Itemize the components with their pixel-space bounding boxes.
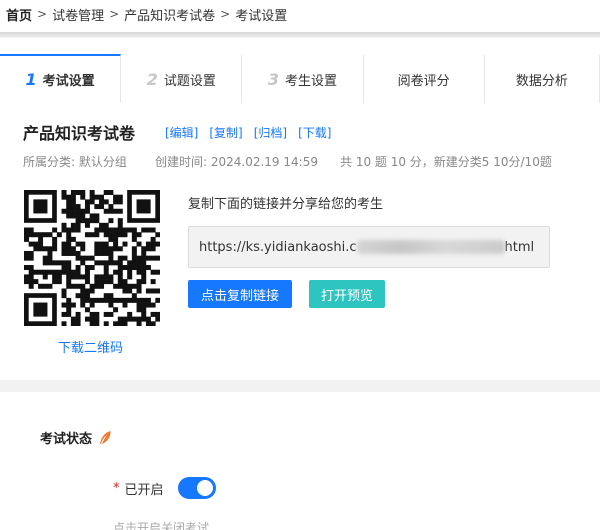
breadcrumb-home[interactable]: 首页	[6, 5, 32, 24]
open-preview-button[interactable]: 打开预览	[309, 280, 385, 308]
paper-meta: 所属分类: 默认分组 创建时间: 2024.02.19 14:59 共 10 题…	[23, 153, 552, 170]
download-qr-link[interactable]: 下载二维码	[58, 337, 123, 356]
share-link-suffix: html	[504, 239, 535, 255]
copy-paper-link[interactable]: [复制]	[209, 124, 242, 141]
archive-link[interactable]: [归档]	[254, 124, 287, 141]
share-link-field[interactable]: https://ks.yidiankaoshi.c html	[188, 226, 550, 268]
exam-status-section-title: 考试状态	[40, 428, 112, 447]
breadcrumb-item-paper[interactable]: 产品知识考试卷	[124, 5, 215, 24]
tab-label: 考试设置	[42, 73, 95, 89]
tab-exam-settings[interactable]: 1 考试设置	[0, 54, 122, 103]
download-link[interactable]: [下载]	[298, 124, 331, 141]
breadcrumb: 首页 > 试卷管理 > 产品知识考试卷 > 考试设置	[6, 3, 287, 25]
tab-step-number: 2	[146, 69, 158, 89]
tab-grading[interactable]: 阅卷评分	[363, 55, 485, 103]
header-divider	[0, 32, 600, 38]
breadcrumb-separator: >	[37, 7, 48, 21]
paper-created-time: 创建时间: 2024.02.19 14:59	[155, 155, 318, 169]
breadcrumb-separator: >	[109, 7, 120, 21]
section-divider	[0, 380, 600, 392]
tab-data-analysis[interactable]: 数据分析	[484, 55, 600, 103]
paper-title: 产品知识考试卷	[23, 124, 136, 143]
exam-status-toggle[interactable]	[177, 477, 216, 499]
qr-code	[24, 190, 160, 326]
tab-label: 试题设置	[163, 73, 216, 89]
share-link-redacted	[356, 240, 505, 254]
breadcrumb-item-paper-management[interactable]: 试卷管理	[52, 5, 104, 24]
tab-label: 考生设置	[285, 73, 338, 89]
copy-link-button[interactable]: 点击复制链接	[188, 280, 292, 308]
tab-question-settings[interactable]: 2 试题设置	[121, 55, 243, 103]
breadcrumb-separator: >	[220, 7, 231, 21]
share-link-prefix: https://ks.yidiankaoshi.c	[199, 239, 357, 255]
exam-status-title: 考试状态	[40, 432, 93, 447]
exam-status-row: * 已开启	[113, 477, 216, 499]
tab-examinee-settings[interactable]: 3 考生设置	[242, 55, 364, 103]
share-instruction: 复制下面的链接并分享给您的考生	[188, 197, 384, 212]
exam-status-hint: 点击开启关闭考试	[113, 521, 210, 530]
paper-category: 所属分类: 默认分组	[23, 155, 127, 169]
paper-actions: [编辑] [复制] [归档] [下载]	[165, 124, 332, 141]
settings-tabs: 1 考试设置 2 试题设置 3 考生设置 阅卷评分 数据分析	[0, 54, 600, 103]
tab-step-number: 3	[267, 69, 280, 89]
feather-icon	[100, 430, 111, 444]
tab-label: 阅卷评分	[397, 73, 450, 89]
edit-link[interactable]: [编辑]	[165, 124, 198, 141]
tab-step-number: 1	[25, 69, 37, 89]
exam-status-label: 已开启	[124, 482, 164, 498]
breadcrumb-item-current: 考试设置	[235, 8, 288, 24]
tab-label: 数据分析	[515, 73, 568, 89]
paper-summary: 共 10 题 10 分，新建分类5 10分/10题	[340, 155, 552, 169]
required-mark: *	[113, 480, 120, 496]
